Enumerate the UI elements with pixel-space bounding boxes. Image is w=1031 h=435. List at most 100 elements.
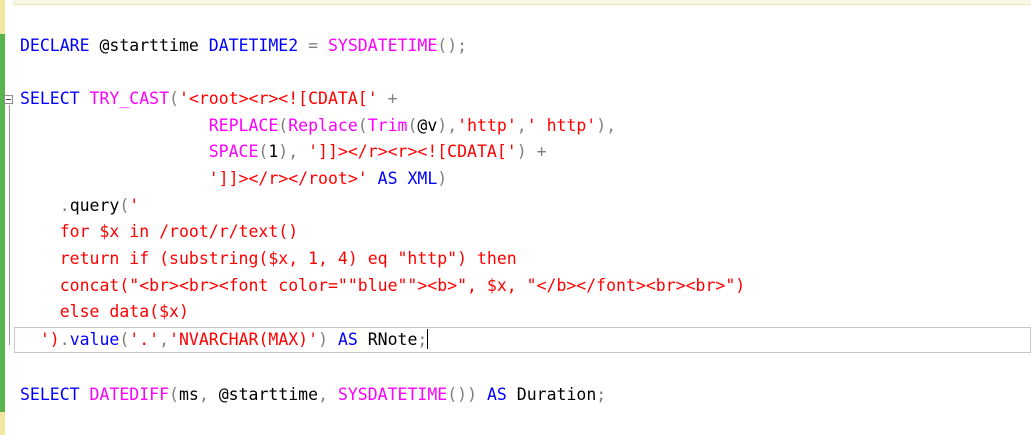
- code-token: ': [129, 196, 140, 215]
- editor-top-edge: [0, 0, 1031, 5]
- code-token: .: [59, 330, 70, 349]
- code-token: DECLARE: [20, 36, 90, 55]
- code-token: for $x in /root/r/text(): [59, 222, 299, 241]
- code-line[interactable]: for $x in /root/r/text(): [20, 219, 298, 245]
- code-token: 'NVARCHAR(MAX)': [169, 330, 319, 349]
- code-token: @starttime: [208, 385, 319, 404]
- code-token: Trim: [367, 116, 408, 135]
- code-token: AS: [337, 330, 358, 349]
- code-token: =: [308, 36, 319, 55]
- code-token: (: [258, 142, 269, 161]
- code-token: value: [69, 330, 120, 349]
- code-token: SYSDATETIME: [327, 36, 438, 55]
- code-token: ms: [178, 385, 199, 404]
- code-token: (: [119, 330, 130, 349]
- code-line[interactable]: SELECT TRY_CAST('<root><r><![CDATA[' +: [20, 86, 398, 112]
- code-line[interactable]: SPACE(1), ']]></r><r><![CDATA[') +: [20, 139, 547, 165]
- code-token: @starttime: [89, 36, 209, 55]
- code-token: '<root><r><![CDATA[': [178, 89, 378, 108]
- code-token: (: [407, 116, 418, 135]
- code-token: ,: [516, 116, 527, 135]
- code-token: Replace: [288, 116, 358, 135]
- code-token: (: [169, 385, 179, 404]
- code-token: query: [69, 196, 120, 215]
- code-token: ),: [596, 116, 617, 135]
- code-token: DATETIME2: [208, 36, 299, 55]
- code-line[interactable]: SELECT DATEDIFF(ms, @starttime, SYSDATET…: [20, 382, 606, 408]
- code-token: .: [59, 196, 70, 215]
- code-token: 'http': [457, 116, 517, 135]
- code-token: concat("<br><br><font color=""blue""><b>…: [59, 276, 746, 295]
- code-token: ']]></r><r><![CDATA[': [308, 142, 517, 161]
- code-token: DATEDIFF: [89, 385, 170, 404]
- code-token: AS: [486, 385, 507, 404]
- code-token: ' http': [526, 116, 597, 135]
- code-token: TRY_CAST: [89, 89, 170, 108]
- code-token: RNote: [357, 330, 418, 349]
- code-token: '.': [129, 330, 160, 349]
- code-line[interactable]: return if (substring($x, 1, 4) eq "http"…: [20, 246, 517, 272]
- text-caret: [427, 329, 429, 349]
- code-token: SELECT: [20, 385, 80, 404]
- code-token: REPLACE: [208, 116, 279, 135]
- code-line[interactable]: DECLARE @starttime DATETIME2 = SYSDATETI…: [20, 33, 467, 59]
- code-line[interactable]: ']]></r></root>' AS XML): [20, 166, 447, 192]
- code-token: '): [39, 330, 60, 349]
- code-token: ()): [447, 385, 478, 404]
- outlining-line: [9, 105, 10, 345]
- minus-box-icon[interactable]: [4, 95, 13, 104]
- code-token: @v: [417, 116, 438, 135]
- code-token: Duration: [506, 385, 597, 404]
- code-token: SELECT: [20, 89, 80, 108]
- code-line[interactable]: else data($x): [20, 299, 189, 325]
- code-token: return if (substring($x, 1, 4) eq "http"…: [59, 249, 517, 268]
- code-token: ),: [437, 116, 458, 135]
- code-token: XML: [407, 169, 438, 188]
- sql-query-editor[interactable]: DECLARE @starttime DATETIME2 = SYSDATETI…: [0, 0, 1031, 435]
- code-token: (: [278, 116, 289, 135]
- code-token: (: [119, 196, 130, 215]
- code-line[interactable]: ').value('.','NVARCHAR(MAX)') AS RNote;: [20, 327, 429, 353]
- code-token: +: [536, 142, 547, 161]
- code-token: ;: [596, 385, 607, 404]
- code-token: AS: [377, 169, 398, 188]
- code-line[interactable]: REPLACE(Replace(Trim(@v),'http',' http')…: [20, 113, 616, 139]
- code-token: ),: [278, 142, 299, 161]
- code-token: ): [318, 330, 328, 349]
- code-token: ();: [437, 36, 468, 55]
- code-token: ): [437, 169, 448, 188]
- code-token: +: [387, 89, 398, 108]
- code-token: (: [169, 89, 179, 108]
- code-token: ,: [159, 330, 170, 349]
- code-token: ,: [198, 385, 209, 404]
- code-line[interactable]: concat("<br><br><font color=""blue""><b>…: [20, 273, 745, 299]
- code-line[interactable]: .query(': [20, 193, 139, 219]
- code-token: (: [357, 116, 368, 135]
- code-token: 1: [268, 142, 279, 161]
- code-token: SYSDATETIME: [337, 385, 448, 404]
- code-token: ;: [417, 330, 428, 349]
- code-token: else data($x): [59, 302, 189, 321]
- code-token: ): [516, 142, 527, 161]
- code-token: ']]></r></root>': [208, 169, 368, 188]
- code-token: ,: [318, 385, 328, 404]
